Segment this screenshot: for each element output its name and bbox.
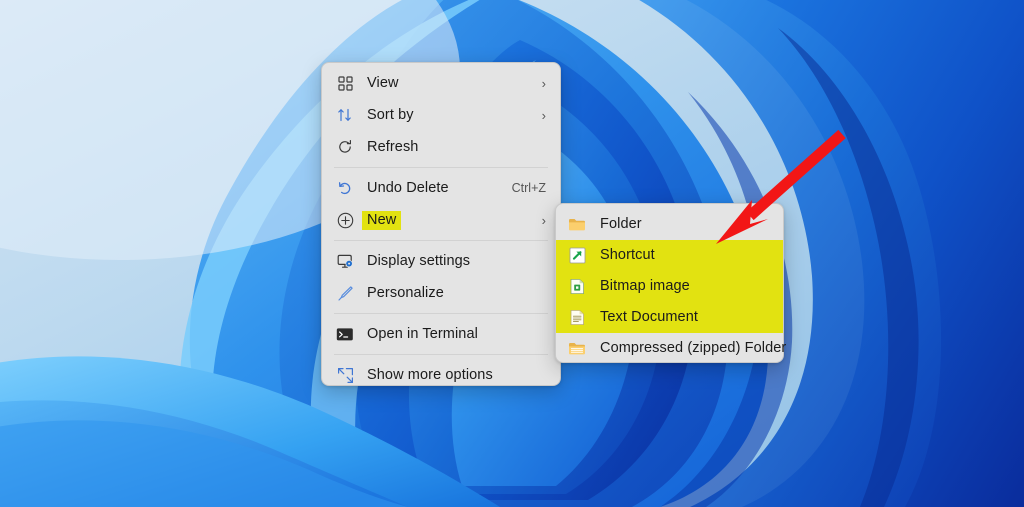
menu-item-refresh[interactable]: Refresh [326,131,556,163]
menu-item-label: Show more options [367,366,493,383]
menu-separator [334,354,548,355]
chevron-right-icon: › [541,75,546,91]
text-document-icon [567,308,587,328]
menu-item-show-more-options[interactable]: Show more options [326,359,556,391]
plus-circle-icon [334,209,356,231]
menu-item-label: Undo Delete [367,179,449,196]
submenu-item-label: Compressed (zipped) Folder [600,340,787,357]
new-submenu[interactable]: Folder Shortcut Bitmap image Text Docume… [555,203,787,364]
submenu-item-shortcut[interactable]: Shortcut [556,240,783,271]
menu-item-display-settings[interactable]: Display settings [326,245,556,277]
menu-item-sort-by[interactable]: Sort by › [326,99,556,131]
menu-item-label: Refresh [367,138,419,155]
terminal-icon [334,323,356,345]
menu-item-open-in-terminal[interactable]: Open in Terminal [326,318,556,350]
monitor-settings-icon [334,250,356,272]
submenu-item-label: Folder [600,216,642,233]
submenu-item-label: Shortcut [600,247,655,264]
shortcut-arrow-icon [567,246,587,266]
menu-item-shortcut: Ctrl+Z [511,181,546,195]
menu-separator [334,313,548,314]
menu-item-view[interactable]: View › [326,67,556,99]
menu-item-label: Personalize [367,284,444,301]
chevron-right-icon: › [541,107,546,123]
menu-item-new[interactable]: New › [326,204,556,236]
refresh-icon [334,136,356,158]
menu-item-label: Open in Terminal [367,325,478,342]
folder-icon [567,215,587,235]
submenu-item-text-document[interactable]: Text Document [556,302,783,333]
zipped-folder-icon [567,339,587,359]
menu-item-label: Sort by [367,106,414,123]
menu-item-label: New [362,210,402,231]
menu-item-undo-delete[interactable]: Undo Delete Ctrl+Z [326,172,556,204]
submenu-item-folder[interactable]: Folder [556,209,783,240]
submenu-item-label: Text Document [600,309,699,326]
sort-arrows-icon [334,104,356,126]
menu-item-personalize[interactable]: Personalize [326,277,556,309]
chevron-right-icon: › [541,212,546,228]
desktop-context-menu[interactable]: View › Sort by › Refresh Undo Delete Ctr… [321,62,561,386]
screen: View › Sort by › Refresh Undo Delete Ctr… [0,0,1024,507]
menu-separator [334,167,548,168]
menu-item-label: View [367,74,399,91]
menu-item-label: Display settings [367,252,471,269]
undo-icon [334,177,356,199]
paintbrush-icon [334,282,356,304]
submenu-item-bitmap-image[interactable]: Bitmap image [556,271,783,302]
menu-separator [334,240,548,241]
expand-options-icon [334,364,356,386]
submenu-item-label: Bitmap image [600,278,690,295]
bitmap-image-icon [567,277,587,297]
grid-view-icon [334,72,356,94]
submenu-item-compressed-folder[interactable]: Compressed (zipped) Folder [556,333,787,364]
